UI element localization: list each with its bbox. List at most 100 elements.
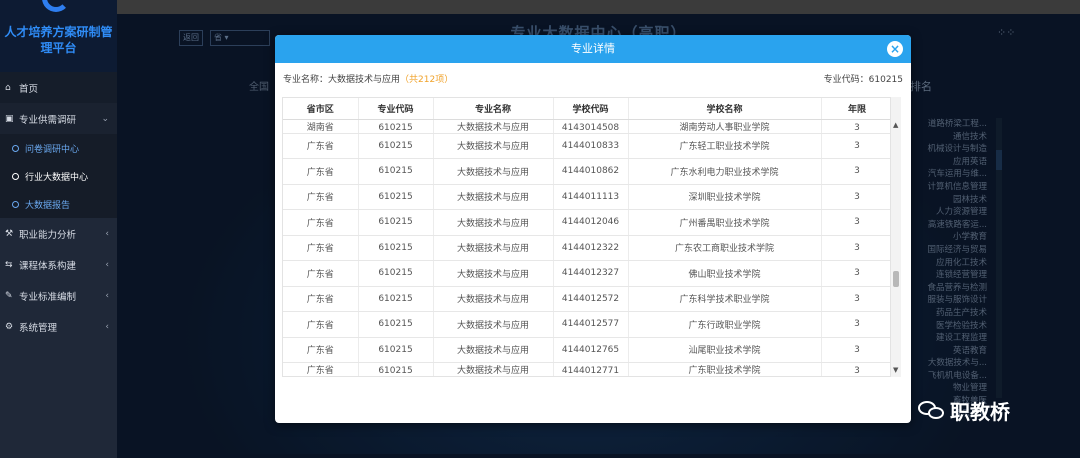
table-cell: 广东省 [283,286,359,312]
table-cell: 广东水利电力职业技术学院 [628,158,822,185]
sidebar-item-course[interactable]: ⇆ 课程体系构建 ‹ [0,249,117,280]
sidebar-subitem-industry-data[interactable]: 行业大数据中心 [0,162,117,190]
table-cell: 3 [821,158,891,185]
table-cell: 3 [821,209,891,236]
column-header[interactable]: 专业名称 [433,98,554,120]
table-row[interactable]: 广东省 610215 大数据技术与应用 4144012577 广东行政职业学院 3 [283,311,891,338]
survey-icon: ▣ [5,113,14,124]
gear-icon: ⚙ [5,321,14,332]
scroll-down-icon[interactable]: ▼ [893,366,898,374]
table-cell: 4143014508 [553,119,629,134]
sidebar-item-label: 系统管理 [19,322,58,334]
sidebar-item-ability[interactable]: ⚒ 职业能力分析 ‹ [0,218,117,249]
major-info-row: 专业名称：大数据技术与应用（共212项） 专业代码：610215 [275,63,911,89]
sidebar-submenu: 问卷调研中心 行业大数据中心 大数据报告 [0,134,117,218]
school-table: 省市区 专业代码 专业名称 学校代码 学校名称 年限 湖南省 610215 大数据技… [282,97,892,377]
table-cell: 广东省 [283,133,359,159]
sidebar-subitem-survey[interactable]: 问卷调研中心 [0,134,117,162]
column-header[interactable]: 学校名称 [628,98,822,120]
table-header-row: 省市区 专业代码 专业名称 学校代码 学校名称 年限 [283,98,891,120]
table-cell: 4144012577 [553,311,629,338]
major-code-value: 610215 [868,75,903,85]
table-cell: 广东行政职业学院 [628,311,822,338]
table-row[interactable]: 广东省 610215 大数据技术与应用 4144010862 广东水利电力职业技术学院 3 [283,158,891,185]
table-row[interactable]: 广东省 610215 大数据技术与应用 4144012327 佛山职业技术学院 3 [283,260,891,287]
table-cell: 3 [821,362,891,376]
major-code-info: 专业代码：610215 [824,72,903,85]
wechat-icon [918,400,946,421]
column-header[interactable]: 学校代码 [553,98,629,120]
close-icon: × [889,42,901,56]
circle-icon [12,200,19,208]
table-cell: 大数据技术与应用 [433,133,554,159]
sidebar-item-label: 专业标准编制 [19,291,77,303]
table-cell: 大数据技术与应用 [433,158,554,185]
column-header[interactable]: 专业代码 [358,98,434,120]
table-cell: 610215 [358,337,434,363]
table-cell: 4144012322 [553,235,629,261]
watermark-text: 职教桥 [950,400,1010,424]
sidebar-subitem-label: 行业大数据中心 [25,172,89,183]
table-cell: 610215 [358,209,434,236]
major-name-value: 大数据技术与应用 [328,75,401,85]
close-button[interactable]: × [887,41,903,57]
chevron-left-icon: ‹ [105,228,109,239]
table-cell: 大数据技术与应用 [433,209,554,236]
table-cell: 大数据技术与应用 [433,311,554,338]
scroll-up-icon[interactable]: ▲ [893,121,898,129]
table-cell: 3 [821,286,891,312]
table-cell: 广东省 [283,362,359,376]
table-cell: 4144012771 [553,362,629,376]
table-cell: 广东省 [283,337,359,363]
table-cell: 广东农工商职业技术学院 [628,235,822,261]
table-cell: 610215 [358,119,434,134]
table-cell: 4144011113 [553,184,629,210]
sidebar-item-standard[interactable]: ✎ 专业标准编制 ‹ [0,280,117,311]
table-cell: 湖南省 [283,119,359,134]
circle-icon [12,172,19,180]
sidebar-item-supply-demand[interactable]: ▣ 专业供需调研 ⌄ [0,103,117,134]
table-row[interactable]: 湖南省 610215 大数据技术与应用 4143014508 湖南劳动人事职业学院 3 [283,119,891,134]
sidebar-item-home[interactable]: ⌂ 首页 [0,72,117,103]
table-row[interactable]: 广东省 610215 大数据技术与应用 4144010833 广东轻工职业技术学院 3 [283,133,891,159]
table-row[interactable]: 广东省 610215 大数据技术与应用 4144012322 广东农工商职业技术学院 3 [283,235,891,261]
table-row[interactable]: 广东省 610215 大数据技术与应用 4144012765 汕尾职业技术学院 3 [283,337,891,363]
table-cell: 大数据技术与应用 [433,260,554,287]
table-cell: 广东省 [283,260,359,287]
table-cell: 广东省 [283,235,359,261]
table-scrollbar[interactable]: ▲ ▼ [890,97,901,377]
table-cell: 610215 [358,286,434,312]
sidebar-item-settings[interactable]: ⚙ 系统管理 ‹ [0,311,117,342]
sidebar-subitem-report[interactable]: 大数据报告 [0,190,117,218]
table-cell: 广东轻工职业技术学院 [628,133,822,159]
logo-icon [42,0,70,12]
table-cell: 3 [821,119,891,134]
sidebar-subitem-label: 大数据报告 [25,200,71,211]
table-row[interactable]: 广东省 610215 大数据技术与应用 4144011113 深圳职业技术学院 3 [283,184,891,210]
table-cell: 4144010862 [553,158,629,185]
sidebar-item-label: 首页 [19,83,39,95]
column-header[interactable]: 省市区 [283,98,359,120]
table-cell: 广东省 [283,209,359,236]
scroll-thumb[interactable] [893,271,899,287]
table-row[interactable]: 广东省 610215 大数据技术与应用 4144012572 广东科学技术职业学院 3 [283,286,891,312]
table-cell: 湖南劳动人事职业学院 [628,119,822,134]
chevron-down-icon: ⌄ [101,113,109,124]
column-header[interactable]: 年限 [821,98,891,120]
sidebar-subitem-label: 问卷调研中心 [25,144,80,155]
chevron-left-icon: ‹ [105,259,109,270]
table-cell: 610215 [358,184,434,210]
table-cell: 3 [821,311,891,338]
table-cell: 610215 [358,158,434,185]
table-row[interactable]: 广东省 610215 大数据技术与应用 4144012046 广州番禺职业技术学院 3 [283,209,891,236]
table-cell: 大数据技术与应用 [433,235,554,261]
table-cell: 610215 [358,362,434,376]
top-strip [117,0,1080,14]
home-icon: ⌂ [5,82,11,93]
brand-title: 人才培养方案研制管理平台 [4,25,113,55]
table-cell: 3 [821,260,891,287]
table-cell: 610215 [358,260,434,287]
table-row[interactable]: 广东省 610215 大数据技术与应用 4144012771 广东职业技术学院 3 [283,362,891,376]
table-cell: 4144012046 [553,209,629,236]
major-code-label: 专业代码： [823,75,869,85]
